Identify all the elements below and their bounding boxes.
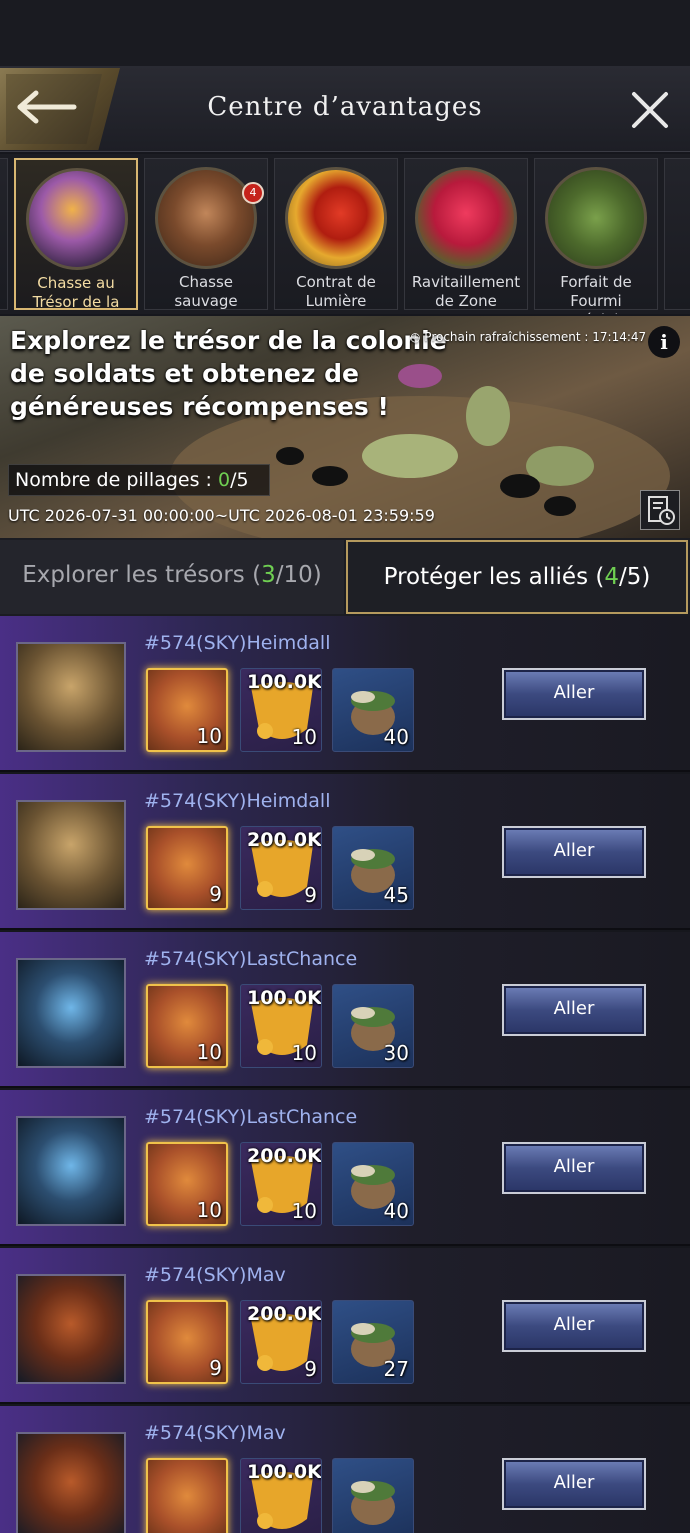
seed-reward-icon: 30: [332, 984, 414, 1068]
treasure-reward-icon: 10: [146, 984, 228, 1068]
honey-reward-icon: 100.0K: [240, 1458, 322, 1533]
list-item: #574(SKY)Heimdall 9 200.0K 9 45 Aller: [0, 774, 690, 930]
category-label: Contrat de Lumière: [296, 273, 376, 310]
category-label: Forfait de Fourmi Spéciale: [560, 273, 632, 314]
list-item: #574(SKY)LastChance 10 100.0K 10 30 Aller: [0, 932, 690, 1088]
category-label: Ravitaillement de Zone: [411, 273, 521, 310]
refresh-timer: ◷ Prochain rafraîchissement : 17:14:47: [410, 330, 646, 344]
pillage-count: Nombre de pillages : 0/5: [8, 464, 270, 496]
go-button[interactable]: Aller: [502, 1458, 646, 1510]
category-prev[interactable]: [0, 158, 8, 310]
list-item: #574(SKY)LastChance 10 200.0K 10 40 Aller: [0, 1090, 690, 1246]
scorpion-icon: [155, 167, 257, 269]
event-period: UTC 2026-07-31 00:00:00~UTC 2026-08-01 2…: [8, 506, 435, 525]
ally-name: #574(SKY)Heimdall: [144, 790, 331, 812]
ally-name: #574(SKY)Mav: [144, 1422, 286, 1444]
treasure-reward-icon: 10: [146, 668, 228, 752]
status-bar: [0, 0, 690, 66]
honey-reward-icon: 200.0K 9: [240, 826, 322, 910]
category-zone-supply[interactable]: Ravitaillement de Zone: [404, 158, 528, 310]
page-title: Centre d’avantages: [207, 92, 483, 122]
tab-explore-treasures[interactable]: Explorer les trésors (3/10): [0, 540, 344, 614]
category-label: Chasse sauvage: [174, 273, 238, 310]
raspberry-icon: [415, 167, 517, 269]
seed-reward-icon: 45: [332, 826, 414, 910]
go-button[interactable]: Aller: [502, 1300, 646, 1352]
seed-reward-icon: 27: [332, 1300, 414, 1384]
close-icon[interactable]: [628, 88, 672, 132]
avatar: [16, 958, 126, 1068]
list-item: #574(SKY)Mav 100.0K Aller: [0, 1406, 690, 1533]
ladybug-icon: [285, 167, 387, 269]
honey-reward-icon: 200.0K 9: [240, 1300, 322, 1384]
header: Centre d’avantages: [0, 66, 690, 152]
category-light-contract[interactable]: Contrat de Lumière: [274, 158, 398, 310]
avatar: [16, 1116, 126, 1226]
ants-icon: [545, 167, 647, 269]
go-button[interactable]: Aller: [502, 984, 646, 1036]
list-item: #574(SKY)Heimdall 10 100.0K 10 40 Aller: [0, 616, 690, 772]
treasure-reward-icon: 10: [146, 1142, 228, 1226]
info-button[interactable]: i: [648, 326, 680, 358]
go-button[interactable]: Aller: [502, 1142, 646, 1194]
category-more[interactable]: [664, 158, 690, 310]
event-banner: Explorez le trésor de la colonie de sold…: [0, 316, 690, 538]
tab-bar: Explorer les trésors (3/10) Protéger les…: [0, 538, 690, 616]
tab-protect-allies[interactable]: Protéger les alliés (4/5): [346, 540, 688, 614]
ally-name: #574(SKY)Heimdall: [144, 632, 331, 654]
treasure-reward-icon: 9: [146, 826, 228, 910]
ally-list: #574(SKY)Heimdall 10 100.0K 10 40 Aller #…: [0, 616, 690, 1533]
colony-treasure-icon: [26, 168, 128, 270]
honey-reward-icon: 200.0K 10: [240, 1142, 322, 1226]
treasure-reward-icon: [146, 1458, 228, 1533]
clock-icon: ◷: [410, 330, 425, 344]
avatar: [16, 800, 126, 910]
avatar: [16, 1274, 126, 1384]
go-button[interactable]: Aller: [502, 668, 646, 720]
pillage-current: 0: [218, 469, 231, 491]
treasure-reward-icon: 9: [146, 1300, 228, 1384]
seed-reward-icon: 40: [332, 668, 414, 752]
notification-badge: 4: [242, 182, 264, 204]
ally-name: #574(SKY)Mav: [144, 1264, 286, 1286]
log-icon: [648, 496, 675, 525]
honey-reward-icon: 100.0K 10: [240, 668, 322, 752]
seed-reward-icon: [332, 1458, 414, 1533]
go-button[interactable]: Aller: [502, 826, 646, 878]
seed-reward-icon: 40: [332, 1142, 414, 1226]
ally-name: #574(SKY)LastChance: [144, 948, 358, 970]
category-strip: Chasse au Trésor de la Colonie Chasse sa…: [0, 154, 690, 314]
pillage-max: /5: [230, 469, 249, 491]
honey-reward-icon: 100.0K 10: [240, 984, 322, 1068]
refresh-text: Prochain rafraîchissement : 17:14:47: [424, 330, 647, 344]
pillage-label: Nombre de pillages :: [15, 469, 218, 491]
ally-name: #574(SKY)LastChance: [144, 1106, 358, 1128]
list-item: #574(SKY)Mav 9 200.0K 9 27 Aller: [0, 1248, 690, 1404]
category-special-ant-pack[interactable]: Forfait de Fourmi Spéciale: [534, 158, 658, 314]
banner-title: Explorez le trésor de la colonie de sold…: [10, 326, 447, 421]
avatar: [16, 1432, 126, 1533]
avatar: [16, 642, 126, 752]
history-log-button[interactable]: [640, 490, 680, 530]
category-colony-treasure[interactable]: Chasse au Trésor de la Colonie: [14, 158, 138, 314]
category-wild-hunt[interactable]: Chasse sauvage: [144, 158, 268, 310]
category-label: Chasse au Trésor de la Colonie: [32, 274, 120, 314]
